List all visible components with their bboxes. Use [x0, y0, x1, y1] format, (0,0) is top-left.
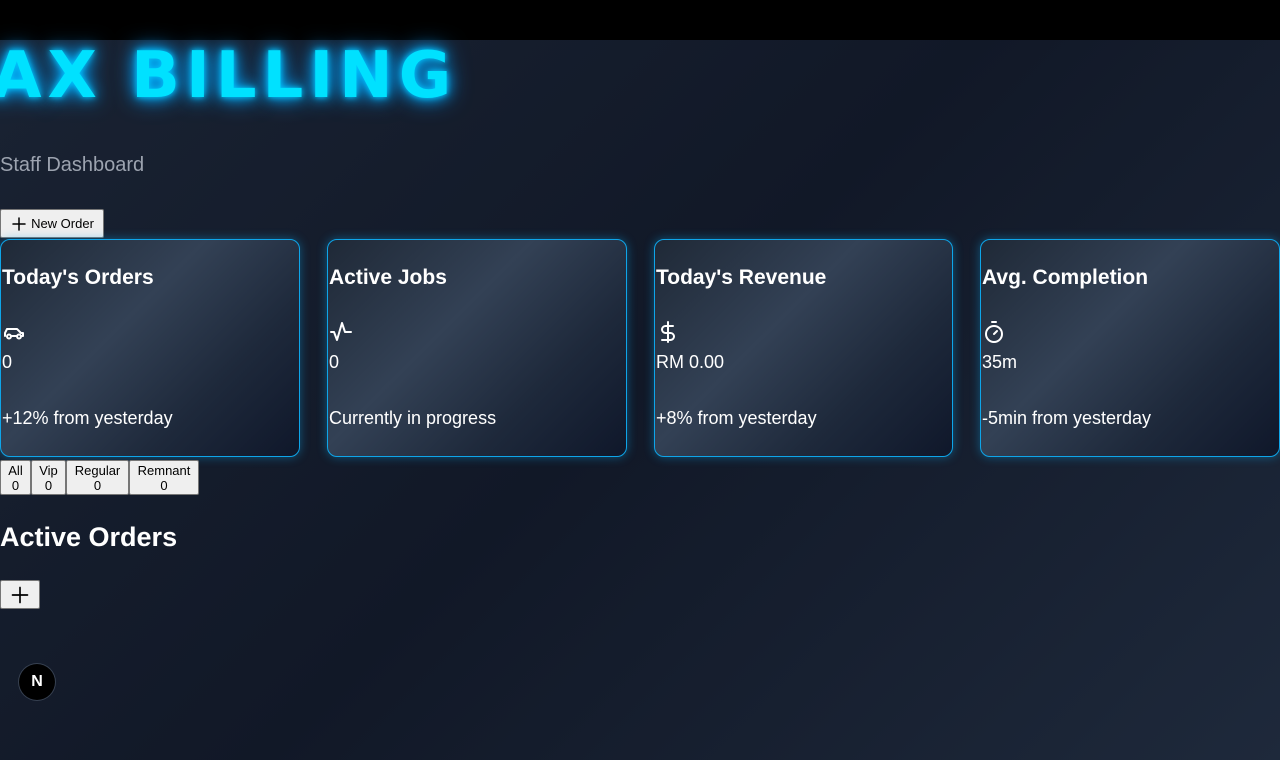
filter-tab-remnant[interactable]: Remnant 0	[129, 460, 199, 495]
stat-card-title: Active Jobs	[329, 266, 447, 289]
order-filter-tabs: All 0 Vip 0 Regular 0 Remnant 0	[0, 460, 199, 495]
plus-icon	[12, 216, 26, 231]
activity-icon	[330, 322, 352, 341]
dev-tools-badge[interactable]: N	[19, 664, 55, 700]
filter-label: Regular	[74, 462, 121, 478]
stat-card-note: +8% from yesterday	[656, 408, 817, 428]
filter-label: All	[8, 462, 23, 478]
brand-logo: AX BILLING	[0, 39, 458, 113]
page-subtitle: Staff Dashboard	[0, 154, 145, 176]
filter-count: 0	[93, 477, 102, 493]
filter-count: 0	[11, 477, 20, 493]
active-orders-title: Active Orders	[0, 522, 178, 552]
stat-card-todays-revenue: Today's Revenue RM 0.00 +8% from yesterd…	[654, 239, 953, 457]
stats-cards: Today's Orders 0 +12% from yesterday Act…	[0, 239, 1280, 459]
stat-card-avg-completion: Avg. Completion 35m -5min from yesterday	[980, 239, 1280, 457]
new-order-button[interactable]: New Order	[0, 209, 104, 238]
dollar-icon	[661, 321, 675, 343]
stat-card-value: 0	[2, 352, 13, 372]
filter-label: Remnant	[137, 462, 191, 478]
new-order-label: New Order	[31, 216, 94, 231]
timer-icon	[985, 321, 1003, 343]
stat-card-title: Today's Orders	[2, 266, 154, 289]
filter-tab-vip[interactable]: Vip 0	[31, 460, 66, 495]
stat-card-value: 0	[329, 352, 340, 372]
filter-tab-all[interactable]: All 0	[0, 460, 31, 495]
stat-card-value: RM 0.00	[656, 352, 725, 372]
car-icon	[4, 328, 24, 340]
stat-card-todays-orders: Today's Orders 0 +12% from yesterday	[0, 239, 300, 457]
stat-card-note: +12% from yesterday	[2, 408, 173, 428]
stat-card-active-jobs: Active Jobs 0 Currently in progress	[327, 239, 627, 457]
stat-card-title: Today's Revenue	[656, 266, 827, 289]
filter-count: 0	[160, 477, 168, 493]
add-order-button[interactable]	[0, 580, 40, 609]
filter-count: 0	[44, 477, 53, 493]
filter-tab-regular[interactable]: Regular 0	[66, 460, 129, 495]
stat-card-note: Currently in progress	[329, 408, 497, 428]
stat-card-title: Avg. Completion	[982, 266, 1149, 289]
filter-label: Vip	[39, 462, 58, 478]
plus-icon	[11, 586, 29, 603]
stat-card-note: -5min from yesterday	[982, 408, 1152, 428]
dev-badge-label: N	[31, 673, 43, 690]
stat-card-value: 35m	[982, 352, 1018, 372]
